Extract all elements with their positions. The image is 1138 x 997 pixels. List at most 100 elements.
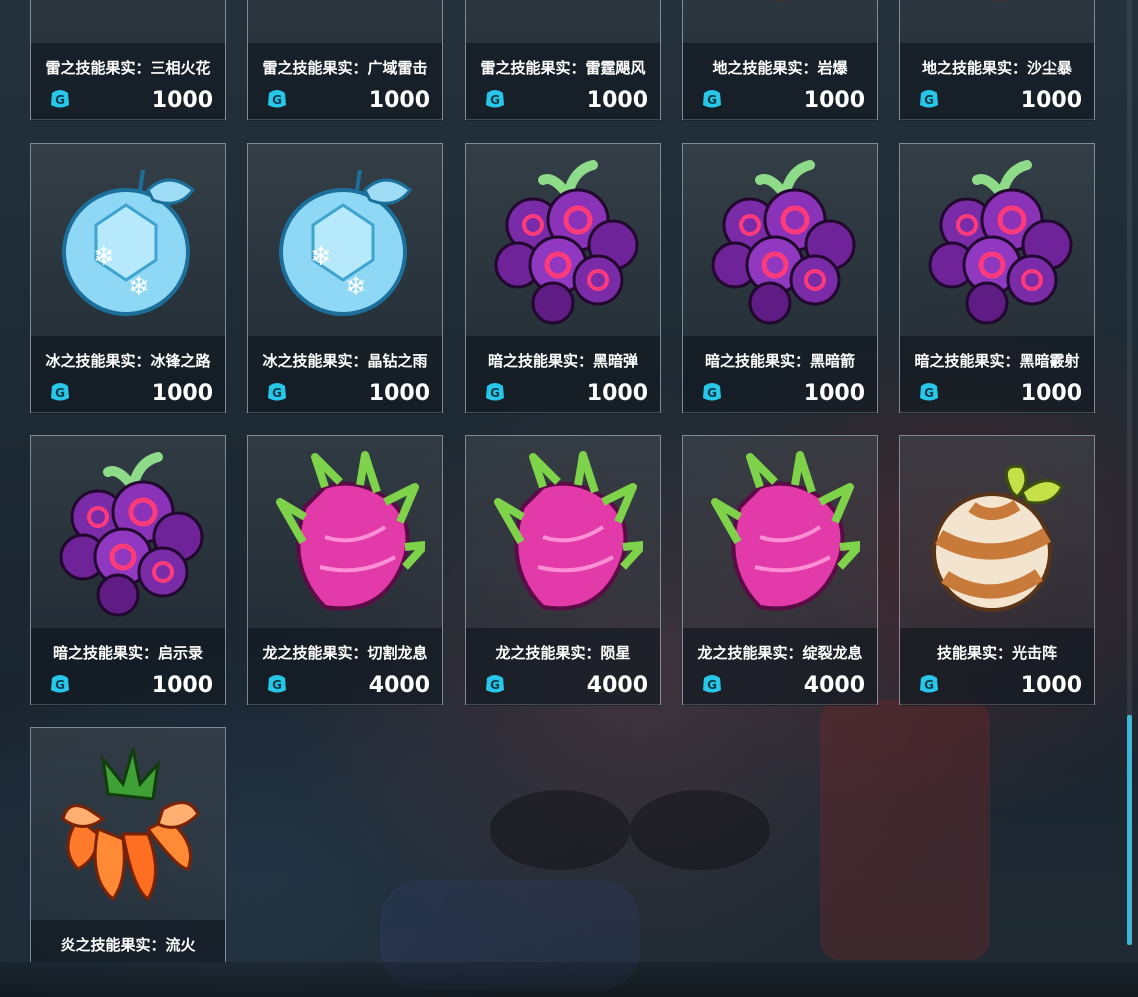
thunder-fruit-icon bbox=[504, 0, 624, 25]
svg-text:G: G bbox=[924, 678, 934, 692]
svg-text:G: G bbox=[272, 678, 282, 692]
item-name: 龙之技能果实：陨星 bbox=[495, 644, 631, 662]
svg-text:G: G bbox=[55, 93, 65, 107]
item-price: 1000 bbox=[1020, 88, 1082, 113]
shop-item-card[interactable]: 技能果实：光击阵 G 1000 bbox=[899, 435, 1095, 706]
gold-g-coin-icon: G bbox=[268, 383, 286, 401]
item-image: ❄ ❄ bbox=[248, 144, 442, 336]
shop-item-card[interactable]: 雷之技能果实：广域雷击 G 1000 bbox=[247, 0, 443, 121]
shop-item-card[interactable]: 龙之技能果实：绽裂龙息 G 4000 bbox=[682, 435, 878, 706]
shop-item-card[interactable]: 龙之技能果实：切割龙息 G 4000 bbox=[247, 435, 443, 706]
item-name: 暗之技能果实：黑暗霰射 bbox=[914, 352, 1080, 370]
scrollbar-thumb[interactable] bbox=[1127, 715, 1132, 945]
item-price: 4000 bbox=[803, 673, 865, 698]
item-image bbox=[683, 436, 877, 628]
gold-g-coin-icon: G bbox=[486, 383, 504, 401]
shop-item-card[interactable]: 暗之技能果实：黑暗弹 G 1000 bbox=[465, 143, 661, 414]
gold-g-coin-icon: G bbox=[268, 90, 286, 108]
item-name: 龙之技能果实：绽裂龙息 bbox=[697, 644, 863, 662]
item-image bbox=[31, 436, 225, 628]
item-image bbox=[683, 0, 877, 43]
item-image bbox=[466, 0, 660, 43]
item-name: 地之技能果实：岩爆 bbox=[712, 59, 848, 77]
earth-fruit-icon bbox=[989, 0, 1007, 1]
gold-g-coin-icon: G bbox=[486, 90, 504, 108]
svg-text:❄: ❄ bbox=[310, 242, 332, 272]
svg-text:G: G bbox=[707, 93, 717, 107]
gold-g-coin-icon: G bbox=[920, 90, 938, 108]
neutral-fruit-icon bbox=[932, 464, 1064, 612]
earth-fruit-icon bbox=[772, 0, 790, 1]
item-image bbox=[466, 436, 660, 628]
item-name: 龙之技能果实：切割龙息 bbox=[262, 644, 428, 662]
dragon-fruit-icon bbox=[276, 451, 425, 611]
shop-item-card[interactable]: 地之技能果实：岩爆 G 1000 bbox=[682, 0, 878, 121]
item-price: 1000 bbox=[151, 673, 213, 698]
item-name: 暗之技能果实：启示录 bbox=[52, 644, 203, 662]
gold-g-coin-icon: G bbox=[51, 675, 69, 693]
item-price: 1000 bbox=[803, 381, 865, 406]
item-price: 1000 bbox=[586, 381, 648, 406]
gold-g-coin-icon: G bbox=[268, 675, 286, 693]
svg-text:G: G bbox=[490, 678, 500, 692]
dark-fruit-icon bbox=[494, 160, 639, 325]
item-image bbox=[900, 0, 1094, 43]
gold-g-coin-icon: G bbox=[703, 90, 721, 108]
bottom-bar bbox=[0, 962, 1138, 997]
item-image bbox=[248, 436, 442, 628]
svg-text:❄: ❄ bbox=[93, 242, 115, 272]
shop-item-card[interactable]: 暗之技能果实：黑暗箭 G 1000 bbox=[682, 143, 878, 414]
svg-text:G: G bbox=[490, 93, 500, 107]
shop-item-card[interactable]: 炎之技能果实：流火 G bbox=[30, 727, 226, 962]
item-price: 1000 bbox=[151, 381, 213, 406]
svg-text:G: G bbox=[707, 386, 717, 400]
shop-item-card[interactable]: 雷之技能果实：三相火花 G 1000 bbox=[30, 0, 226, 121]
shop-item-card[interactable]: 龙之技能果实：陨星 G 4000 bbox=[465, 435, 661, 706]
item-image bbox=[31, 0, 225, 43]
gold-g-coin-icon: G bbox=[486, 675, 504, 693]
gold-g-coin-icon: G bbox=[51, 383, 69, 401]
item-price: 1000 bbox=[586, 88, 648, 113]
item-image bbox=[466, 144, 660, 336]
thunder-fruit-icon bbox=[69, 0, 189, 25]
shop-item-card[interactable]: 暗之技能果实：黑暗霰射 G 1000 bbox=[899, 143, 1095, 414]
fire-fruit-icon bbox=[61, 748, 200, 902]
dragon-fruit-icon bbox=[711, 451, 860, 611]
shop-item-card[interactable]: 地之技能果实：沙尘暴 G 1000 bbox=[899, 0, 1095, 121]
gold-g-coin-icon: G bbox=[920, 383, 938, 401]
item-price: 1000 bbox=[803, 88, 865, 113]
svg-text:G: G bbox=[924, 386, 934, 400]
shop-item-card[interactable]: 暗之技能果实：启示录 G 1000 bbox=[30, 435, 226, 706]
svg-text:G: G bbox=[55, 386, 65, 400]
item-image: ❄ ❄ bbox=[31, 144, 225, 336]
svg-text:G: G bbox=[707, 678, 717, 692]
item-name: 雷之技能果实：雷霆飓风 bbox=[480, 59, 646, 77]
ice-fruit-icon: ❄ ❄ bbox=[62, 169, 196, 316]
item-name: 雷之技能果实：广域雷击 bbox=[262, 59, 428, 77]
item-price: 4000 bbox=[368, 673, 430, 698]
gold-g-coin-icon: G bbox=[920, 675, 938, 693]
svg-text:G: G bbox=[272, 93, 282, 107]
svg-text:G: G bbox=[490, 386, 500, 400]
item-image bbox=[683, 144, 877, 336]
item-name: 冰之技能果实：冰锋之路 bbox=[45, 352, 211, 370]
item-name: 暗之技能果实：黑暗弹 bbox=[487, 352, 638, 370]
dark-fruit-icon bbox=[928, 160, 1073, 325]
item-price: 1000 bbox=[1020, 381, 1082, 406]
item-name: 冰之技能果实：晶钻之雨 bbox=[262, 352, 428, 370]
shop-item-card[interactable]: 雷之技能果实：雷霆飓风 G 1000 bbox=[465, 0, 661, 121]
svg-text:G: G bbox=[272, 386, 282, 400]
shop-item-card[interactable]: ❄ ❄ 冰之技能果实：冰锋之路 G 1000 bbox=[30, 143, 226, 414]
item-image bbox=[248, 0, 442, 43]
thunder-fruit-icon bbox=[286, 0, 406, 25]
item-name: 雷之技能果实：三相火花 bbox=[45, 59, 211, 77]
item-price: 1000 bbox=[1020, 673, 1082, 698]
item-price: 4000 bbox=[586, 673, 648, 698]
item-name: 炎之技能果实：流火 bbox=[60, 936, 196, 954]
svg-text:G: G bbox=[55, 678, 65, 692]
shop-item-card[interactable]: ❄ ❄ 冰之技能果实：晶钻之雨 G 1000 bbox=[247, 143, 443, 414]
item-price: 1000 bbox=[368, 88, 430, 113]
item-price: 1000 bbox=[151, 88, 213, 113]
svg-text:❄: ❄ bbox=[345, 272, 367, 302]
svg-text:G: G bbox=[924, 93, 934, 107]
